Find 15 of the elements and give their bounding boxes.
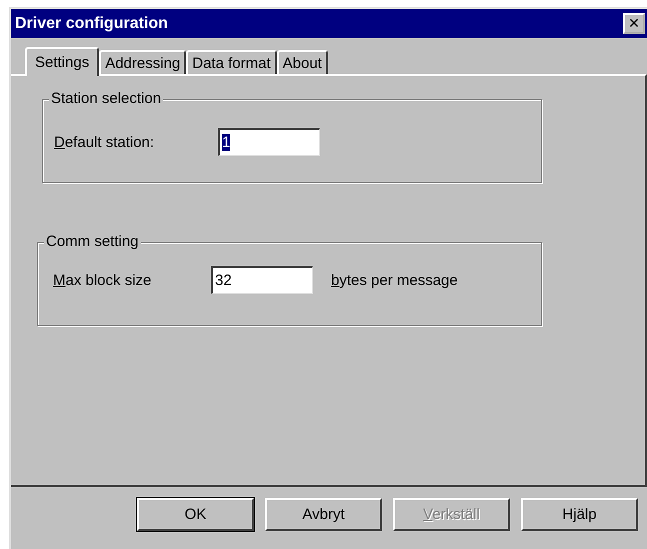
dialog-button[interactable]: OK xyxy=(137,498,254,531)
group-title: Comm setting xyxy=(44,233,141,250)
field-label: Default station: xyxy=(54,134,156,150)
tab[interactable]: About xyxy=(276,50,328,74)
dialog-button[interactable]: Avbryt xyxy=(265,498,382,531)
unit-label: bytes per message xyxy=(331,272,458,288)
tab[interactable]: Data format xyxy=(186,50,277,74)
input-field[interactable]: 32 xyxy=(211,266,313,294)
window-title: Driver configuration xyxy=(15,14,168,32)
tab[interactable]: Addressing xyxy=(99,50,186,74)
close-button[interactable]: ✕ xyxy=(623,13,645,34)
tab[interactable]: Settings xyxy=(25,47,100,76)
field-label: Max block size xyxy=(53,272,152,288)
dialog-button[interactable]: Hjälp xyxy=(521,498,638,531)
input-field[interactable]: 1 xyxy=(218,128,320,156)
